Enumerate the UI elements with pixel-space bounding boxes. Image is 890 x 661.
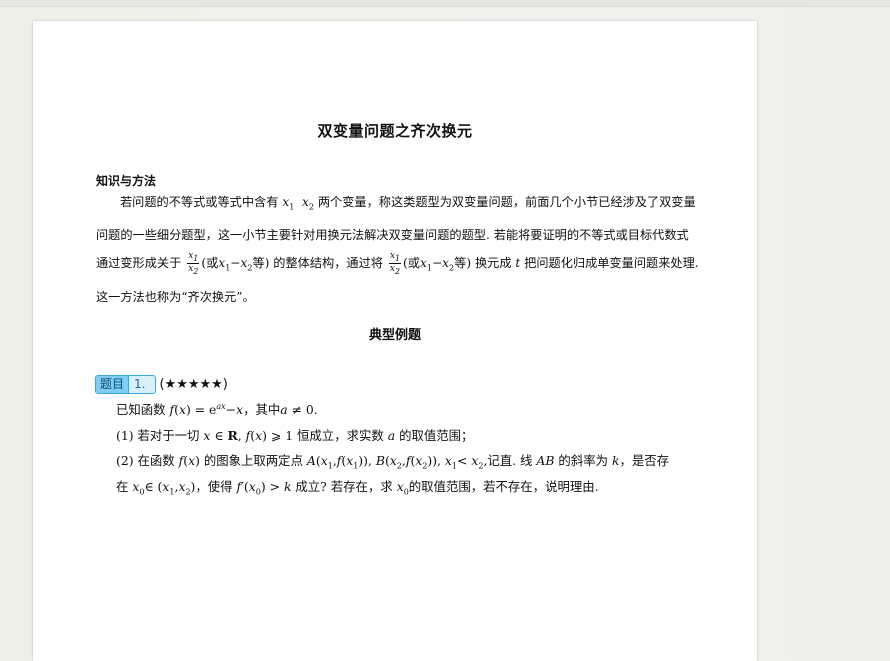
document-page: 双变量问题之齐次换元 知识与方法 若问题的不等式或等式中含有 x1 x2 两个变… <box>33 21 757 661</box>
fraction-x1-over-x2: x1 x2 <box>187 250 200 277</box>
section-heading: 知识与方法 <box>96 174 157 188</box>
para-text-4: 等) 的整体结构，通过将 <box>252 256 383 271</box>
part2-text-a: (2) 在函数 <box>116 453 175 468</box>
problem-part-2-cont: 在 x0∈ (x1,x2)，使得 f′(x0) > k 成立? 若存在，求 x0… <box>116 479 599 497</box>
problem-part-1: (1) 若对于一切 x ∈ R, f(x) ⩾ 1 恒成立，求实数 a 的取值范… <box>116 428 474 443</box>
part1-text-a: (1) 若对于一切 <box>116 428 200 443</box>
stem-text-a: 已知函数 <box>116 402 166 417</box>
problem-number: 1. <box>134 377 146 391</box>
part2-text-c: 记直. 线 <box>487 453 533 468</box>
part2-text-e: ，是否存 <box>619 453 670 468</box>
problem-tag-label: 题目 <box>96 375 130 393</box>
document-title: 双变量问题之齐次换元 <box>317 122 473 140</box>
para-text-5: (或 <box>403 256 420 271</box>
para-text-1: 若问题的不等式或等式中含有 <box>120 195 279 209</box>
stem-text-b: ，其中 <box>243 402 281 417</box>
para-text-6: 等) 换元成 <box>454 256 512 271</box>
part2-text-b: 的图象上取两定点 <box>203 453 303 468</box>
part3-text-d: 的取值范围，若不存在，说明理由. <box>408 479 599 494</box>
viewer-top-bar <box>0 0 890 7</box>
part1-text-c: 的取值范围； <box>399 428 474 443</box>
problem-part-2: (2) 在函数 f(x) 的图象上取两定点 A(x1,f(x1)), B(x2,… <box>116 453 670 471</box>
difficulty-stars: (★★★★★) <box>159 376 228 392</box>
problem-stem: 已知函数 f(x) = eax−x，其中a ≠ 0. <box>116 401 318 417</box>
fraction-x1-over-x2: x1 x2 <box>388 250 402 277</box>
part1-text-b: 恒成立，求实数 <box>297 428 384 443</box>
part2-text-d: 的斜率为 <box>558 453 608 468</box>
part3-text-b: ，使得 <box>195 479 233 494</box>
para-text-3: (或 <box>201 256 219 271</box>
part3-text-a: 在 <box>116 479 129 494</box>
problem-header: 题目 1. (★★★★★) <box>95 374 228 394</box>
problem-tag: 题目 1. <box>95 374 157 394</box>
part3-text-c: 成立? 若存在，求 <box>295 479 393 494</box>
examples-heading: 典型例题 <box>368 328 421 343</box>
knowledge-paragraph: 若问题的不等式或等式中含有 x1 x2 两个变量，称这类题型为双变量问题，前面几… <box>96 195 699 304</box>
